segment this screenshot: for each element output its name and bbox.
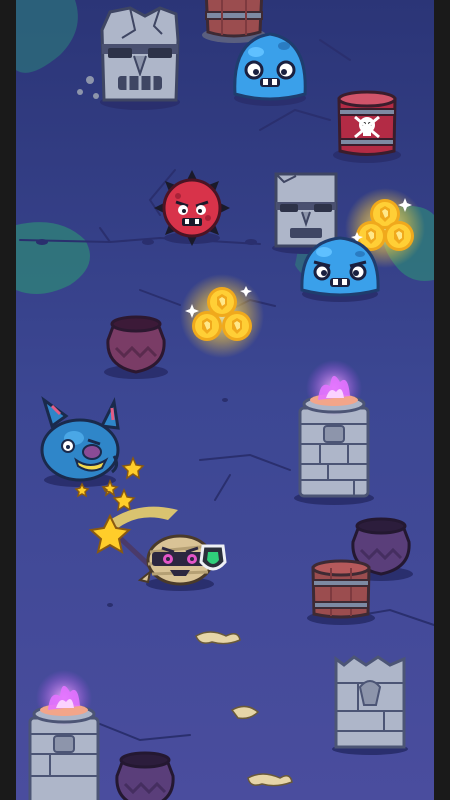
game-canvas[interactable] [0, 0, 450, 800]
pot-obstacle[interactable] [104, 315, 168, 379]
barrel-obstacle [202, 0, 266, 43]
stone-totem-obstacle[interactable] [332, 655, 408, 755]
blue-slime-enemy-2[interactable] [300, 236, 380, 302]
coin-pickup-2[interactable] [180, 274, 264, 358]
game-scene[interactable] [0, 0, 450, 800]
brazier-pillar-2[interactable] [28, 670, 100, 800]
pot-obstacle-3[interactable] [115, 751, 175, 800]
left-border [0, 0, 16, 800]
right-border [434, 0, 450, 800]
skull-barrel-obstacle[interactable] [333, 90, 401, 163]
shield-icon [199, 544, 227, 571]
spiky-red-enemy[interactable] [154, 170, 230, 246]
barrel-obstacle-2[interactable] [307, 559, 375, 625]
